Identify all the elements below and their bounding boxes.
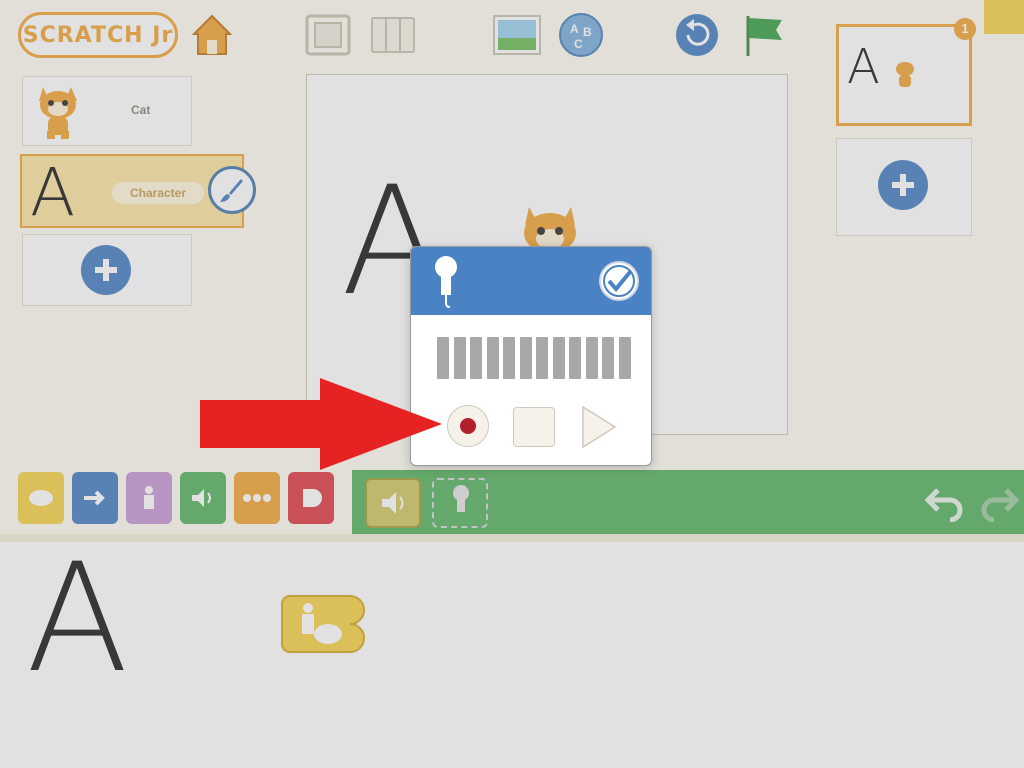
meter-bar [552,337,565,379]
dialog-header [411,247,651,315]
stop-button[interactable] [513,407,555,447]
record-button[interactable] [447,405,489,447]
meter-bar [569,337,582,379]
meter-bar [536,337,549,379]
meter-bar [618,337,631,379]
meter-bar [585,337,598,379]
meter-bar [503,337,516,379]
record-dot-icon [460,418,476,434]
meter-bar [519,337,532,379]
meter-bar [486,337,499,379]
meter-bar [453,337,466,379]
microphone-icon [435,256,457,308]
volume-meter [437,337,631,379]
record-sound-dialog [410,246,652,466]
play-button[interactable] [579,405,619,449]
red-pointer-arrow-icon [200,378,442,470]
check-icon[interactable] [597,259,641,303]
meter-bar [470,337,483,379]
meter-bar [602,337,615,379]
meter-bar [437,337,449,379]
